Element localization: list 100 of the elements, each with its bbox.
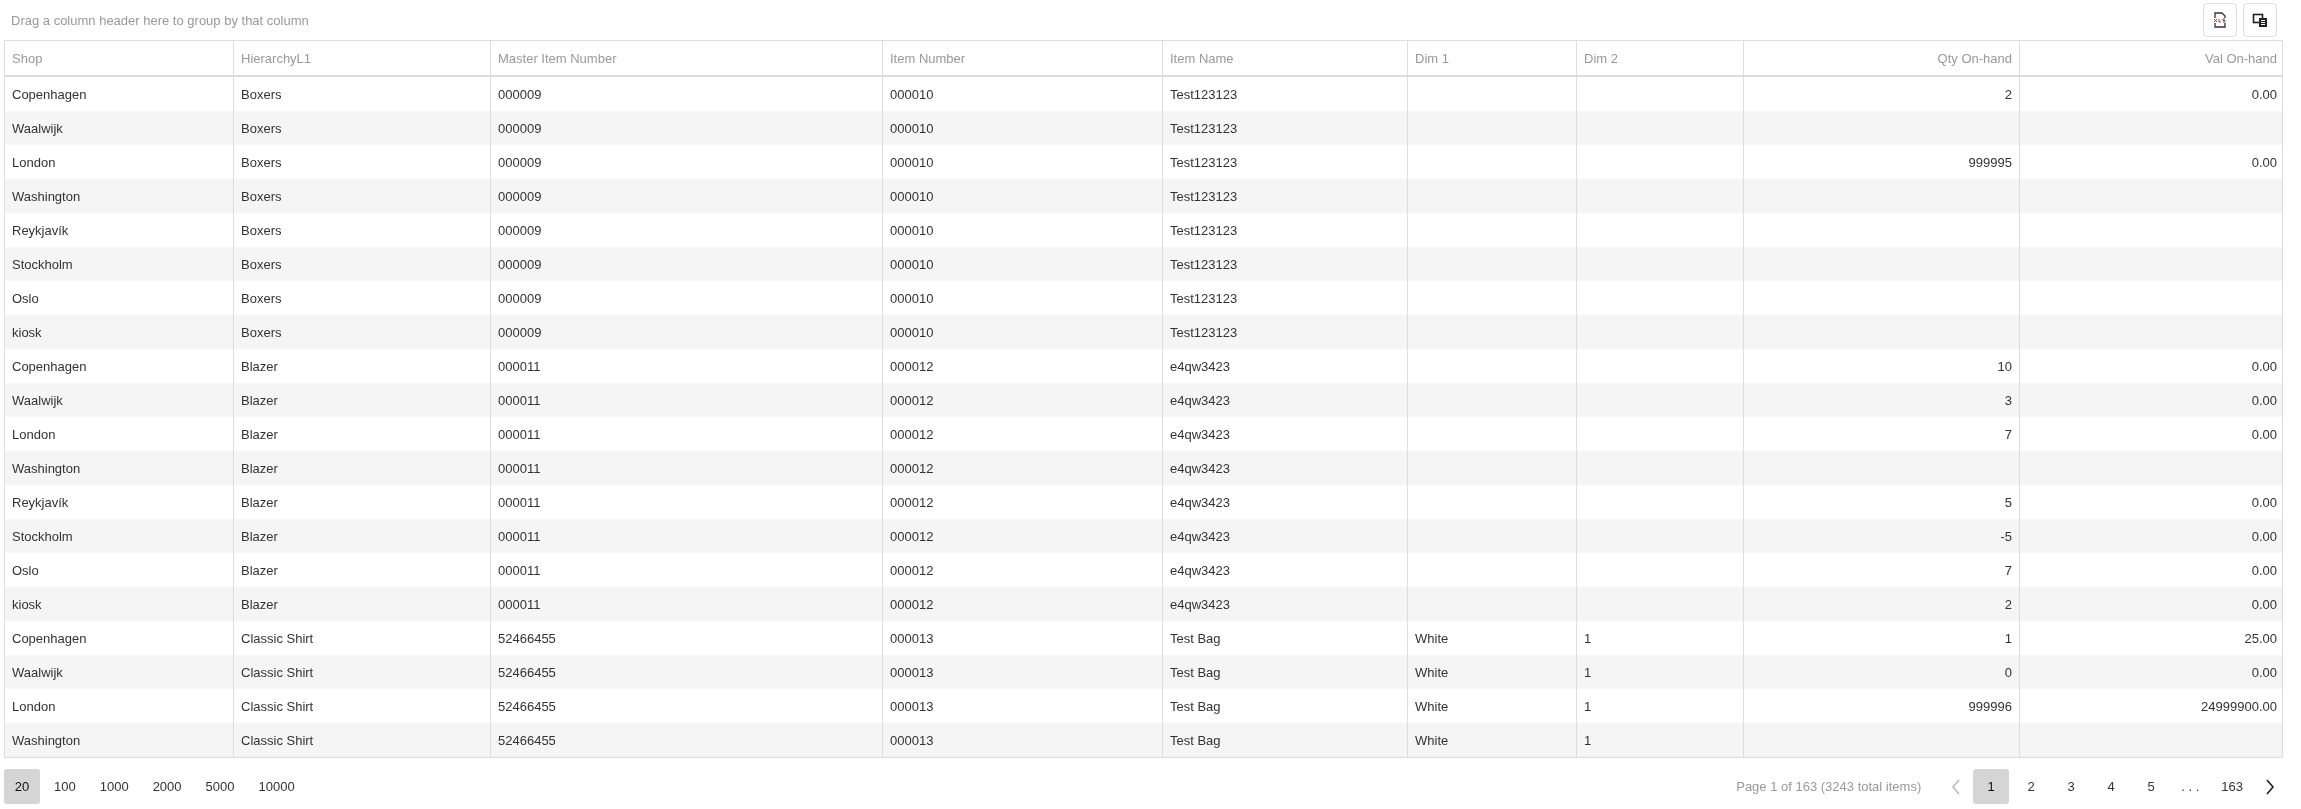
table-cell: 1: [1584, 630, 1592, 646]
table-cell: 000011: [498, 358, 541, 374]
table-row[interactable]: Waalwijk Blazer 000011 000012 e4qw3423 3 0.00: [5, 383, 2282, 417]
table-cell: Copenhagen: [12, 630, 87, 646]
table-cell: 0.00: [2251, 358, 2277, 374]
table-cell: Test Bag: [1170, 664, 1221, 680]
page-size-option[interactable]: 1000: [89, 769, 139, 804]
table-cell: e4qw3423: [1170, 596, 1230, 612]
table-cell: Stockholm: [12, 256, 73, 272]
table-row[interactable]: Waalwijk Boxers 000009 000010 Test123123: [5, 111, 2282, 145]
table-cell: e4qw3423: [1170, 528, 1230, 544]
table-row[interactable]: Washington Boxers 000009 000010 Test123123: [5, 179, 2282, 213]
table-cell: White: [1415, 630, 1449, 646]
table-cell: London: [12, 698, 56, 714]
page-size-option[interactable]: 2000: [142, 769, 192, 804]
table-cell: Test123123: [1170, 290, 1238, 306]
table-cell: 000010: [890, 154, 934, 170]
table-cell: 24999900.00: [2201, 698, 2277, 714]
table-cell: Blazer: [241, 392, 278, 408]
table-cell: 000010: [890, 290, 934, 306]
table-cell: Classic Shirt: [241, 630, 314, 646]
page-size-option[interactable]: 20: [4, 769, 40, 804]
table-cell: 0.00: [2251, 494, 2277, 510]
table-cell: Test123123: [1170, 154, 1238, 170]
page-number[interactable]: 2: [2013, 769, 2050, 804]
table-cell: 0: [2004, 664, 2012, 680]
table-cell: White: [1415, 664, 1449, 680]
table-cell: 000013: [890, 630, 934, 646]
table-cell: 000010: [890, 120, 934, 136]
table-cell: Classic Shirt: [241, 664, 314, 680]
table-cell: Test123123: [1170, 222, 1238, 238]
table-cell: e4qw3423: [1170, 358, 1230, 374]
page-number[interactable]: 5: [2133, 769, 2170, 804]
table-cell: 0.00: [2251, 596, 2277, 612]
table-cell: Waalwijk: [12, 120, 63, 136]
table-cell: e4qw3423: [1170, 494, 1230, 510]
table-cell: 52466455: [498, 630, 556, 646]
table-cell: 000012: [890, 460, 934, 476]
table-row[interactable]: kiosk Boxers 000009 000010 Test123123: [5, 315, 2282, 349]
table-cell: 000009: [498, 188, 542, 204]
table-cell: Test Bag: [1170, 732, 1221, 748]
table-cell: 0.00: [2251, 528, 2277, 544]
table-cell: 000010: [890, 256, 934, 272]
table-cell: 000010: [890, 188, 934, 204]
table-cell: Boxers: [241, 120, 282, 136]
page-number[interactable]: 1: [1973, 769, 2010, 804]
spreadsheet-file-icon: [2212, 12, 2228, 28]
table-cell: 0.00: [2251, 392, 2277, 408]
page-size-option[interactable]: 5000: [195, 769, 245, 804]
table-cell: Waalwijk: [12, 664, 63, 680]
table-cell: 000009: [498, 154, 542, 170]
table-cell: Washington: [12, 460, 81, 476]
table-cell: 000010: [890, 86, 934, 102]
table-cell: Boxers: [241, 256, 282, 272]
table-row[interactable]: Stockholm Blazer 000011 000012 e4qw3423 -5 0.00: [5, 519, 2282, 553]
table-cell: Test Bag: [1170, 630, 1221, 646]
table-cell: 000011: [498, 460, 541, 476]
table-cell: Blazer: [241, 562, 278, 578]
table-cell: 000013: [890, 698, 934, 714]
table-cell: Classic Shirt: [241, 698, 314, 714]
table-cell: 52466455: [498, 698, 556, 714]
table-row[interactable]: Stockholm Boxers 000009 000010 Test123123: [5, 247, 2282, 281]
table-cell: 000012: [890, 528, 934, 544]
page-number[interactable]: 3: [2053, 769, 2090, 804]
table-cell: Reykjavík: [12, 494, 69, 510]
table-cell: London: [12, 154, 56, 170]
table-cell: e4qw3423: [1170, 562, 1230, 578]
table-cell: 5: [2004, 494, 2012, 510]
table-cell: Washington: [12, 732, 81, 748]
chevron-right-icon: [2265, 778, 2275, 795]
table-cell: 000010: [890, 324, 934, 340]
export-button[interactable]: [2203, 3, 2237, 37]
group-panel-hint: Drag a column header here to group by that column: [10, 12, 309, 28]
table-cell: 000012: [890, 494, 934, 510]
table-cell: Blazer: [241, 358, 278, 374]
table-cell: 000010: [890, 222, 934, 238]
table-row[interactable]: Washington Blazer 000011 000012 e4qw3423: [5, 451, 2282, 485]
column-chooser-icon: [2252, 12, 2268, 28]
page-size-option[interactable]: 10000: [248, 769, 305, 804]
table-cell: 0.00: [2251, 86, 2277, 102]
table-cell: 000011: [498, 392, 541, 408]
page-number[interactable]: 163: [2211, 769, 2253, 804]
table-cell: 000009: [498, 256, 542, 272]
table-cell: 0.00: [2251, 154, 2277, 170]
table-row[interactable]: Washington Classic Shirt 52466455 000013 Test Bag White 1: [5, 723, 2282, 757]
table-cell: 0.00: [2251, 664, 2277, 680]
table-cell: e4qw3423: [1170, 426, 1230, 442]
table-row[interactable]: kiosk Blazer 000011 000012 e4qw3423 2 0.00: [5, 587, 2282, 621]
page-size-option[interactable]: 100: [44, 769, 86, 804]
table-cell: Stockholm: [12, 528, 73, 544]
table-cell: 000011: [498, 596, 541, 612]
pager-ellipsis: . . .: [2180, 779, 2201, 794]
table-cell: Reykjavík: [12, 222, 69, 238]
column-chooser-button[interactable]: [2243, 3, 2277, 37]
table-cell: 1: [1584, 698, 1592, 714]
table-cell: Boxers: [241, 290, 282, 306]
page-number[interactable]: 4: [2093, 769, 2130, 804]
table-cell: -5: [2000, 528, 2012, 544]
table-cell: Washington: [12, 188, 81, 204]
table-row[interactable]: Waalwijk Classic Shirt 52466455 000013 Test Bag White 1 0 0.00: [5, 655, 2282, 689]
